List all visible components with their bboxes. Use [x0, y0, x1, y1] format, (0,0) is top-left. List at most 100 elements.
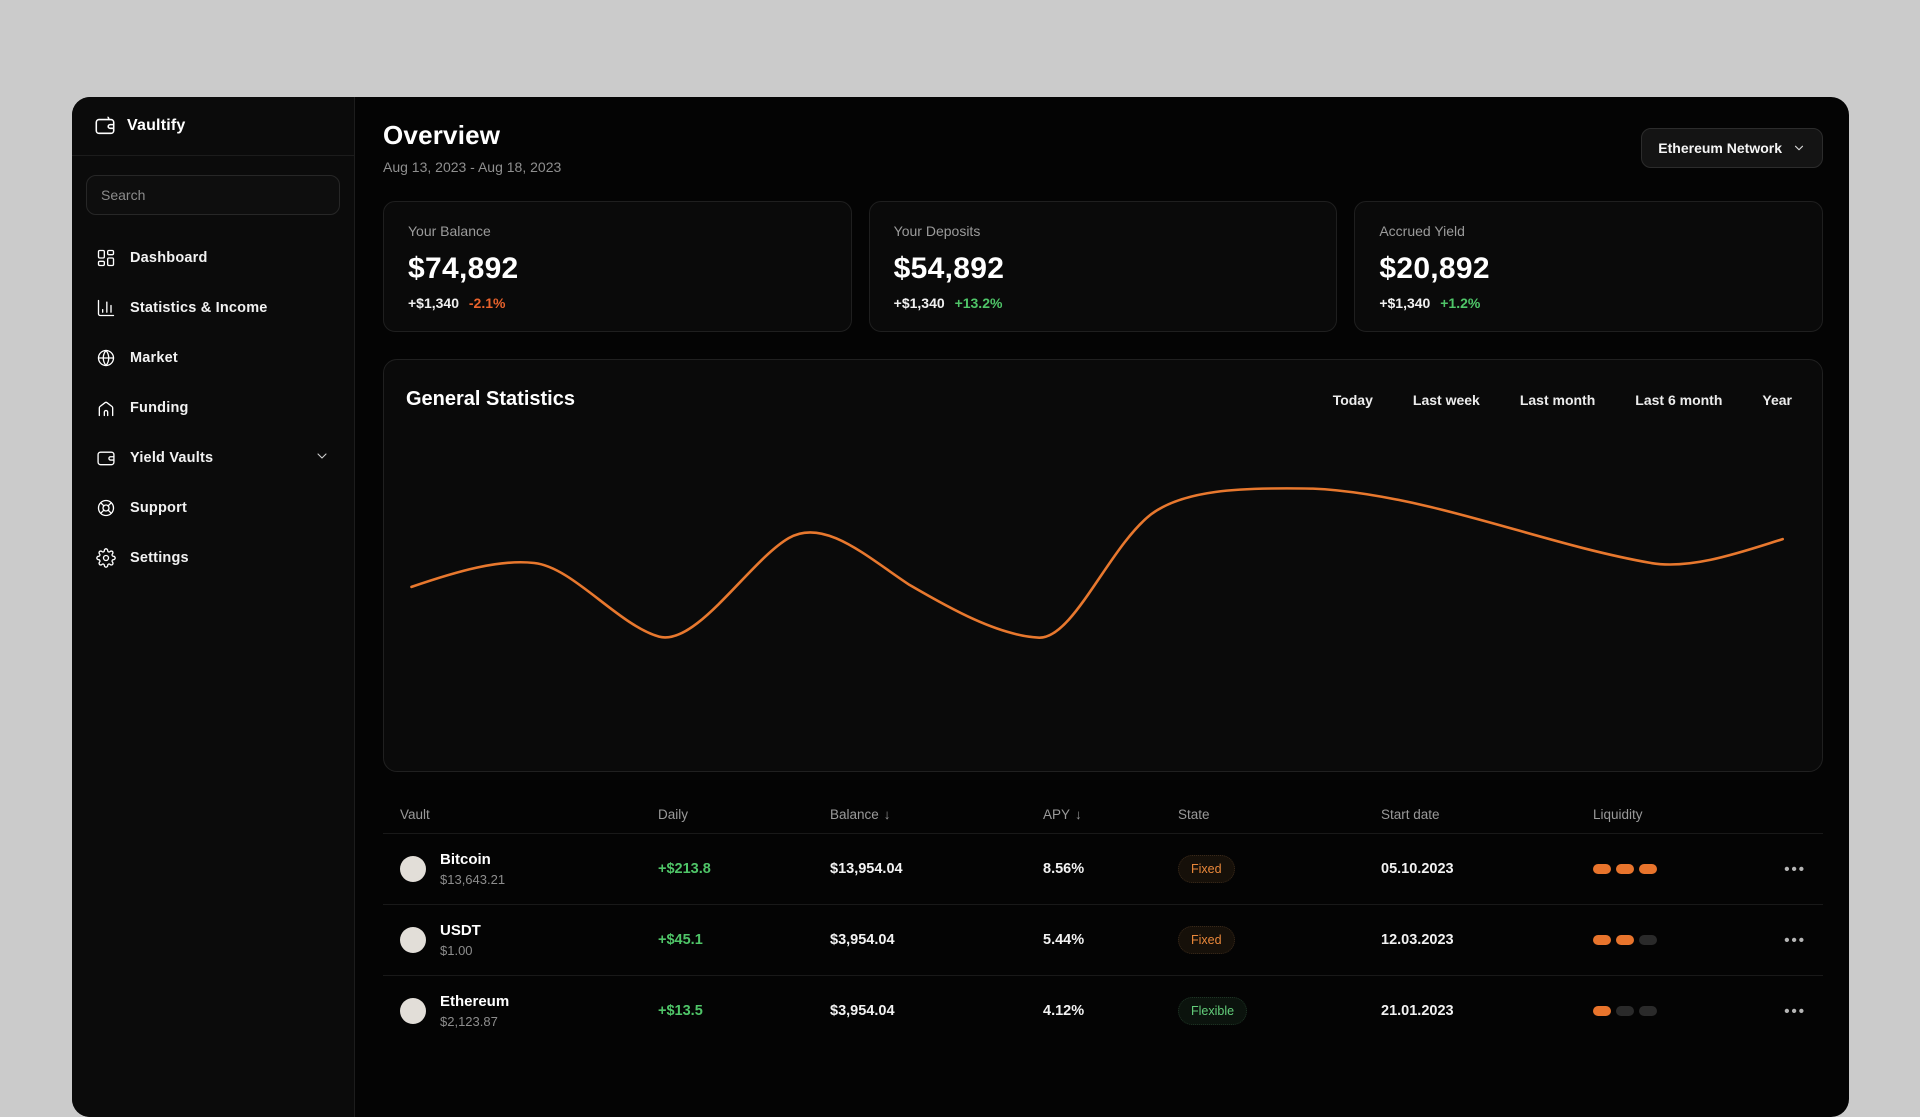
stat-delta: +$1,340 -2.1% [408, 295, 827, 311]
stat-label: Your Balance [408, 223, 491, 239]
page-title: Overview [383, 120, 501, 150]
apy-cell: 4.12% [1043, 1003, 1085, 1019]
network-selector-button[interactable]: Ethereum Network [1641, 128, 1823, 168]
vault-name: Ethereum [440, 993, 510, 1010]
stat-cards: Your Balance $74,892 +$1,340 -2.1% Your … [383, 201, 1824, 332]
sidebar-item-statistics[interactable]: Statistics & Income [86, 283, 340, 333]
liquidity-indicator [1593, 864, 1779, 874]
accrued-yield-card: Accrued Yield $20,892 +$1,340 +1.2% [1354, 201, 1824, 332]
row-menu-icon[interactable]: ••• [1779, 932, 1806, 949]
sidebar-item-label: Support [130, 500, 187, 516]
stat-value: $20,892 [1379, 252, 1490, 285]
filter-today[interactable]: Today [1333, 392, 1373, 408]
deposits-card: Your Deposits $54,892 +$1,340 +13.2% [868, 201, 1338, 332]
statistics-line-chart [384, 360, 1822, 771]
daily-cell: +$213.8 [658, 861, 711, 877]
column-header-state[interactable]: State [1178, 807, 1381, 822]
sidebar-item-dashboard[interactable]: Dashboard [86, 233, 340, 283]
state-badge: Flexible [1178, 997, 1248, 1025]
sidebar-item-market[interactable]: Market [86, 333, 340, 383]
sidebar-item-label: Yield Vaults [130, 450, 214, 466]
table-row[interactable]: USDT $1.00 +$45.1 $3,954.04 5.44% Fixed … [383, 904, 1823, 975]
vault-price: $1.00 [440, 943, 473, 958]
sidebar-item-label: Funding [130, 400, 189, 416]
liquidity-pill [1593, 935, 1611, 945]
balance-cell: $3,954.04 [830, 932, 895, 948]
state-badge: Fixed [1178, 926, 1235, 954]
vault-avatar [400, 856, 426, 882]
liquidity-pill [1639, 1006, 1657, 1016]
chart-time-filters: Today Last week Last month Last 6 month … [1333, 392, 1792, 408]
start-date-cell: 12.03.2023 [1381, 932, 1454, 948]
vault-avatar [400, 927, 426, 953]
stat-delta: +$1,340 +13.2% [894, 295, 1313, 311]
column-header-start-date[interactable]: Start date [1381, 807, 1593, 822]
sidebar-item-yield-vaults[interactable]: Yield Vaults [86, 433, 340, 483]
gear-icon [96, 548, 116, 568]
globe-icon [97, 349, 115, 367]
apy-cell: 8.56% [1043, 861, 1085, 877]
stat-label: Accrued Yield [1379, 223, 1465, 239]
sidebar-item-support[interactable]: Support [86, 483, 340, 533]
liquidity-pill [1616, 935, 1634, 945]
table-header-row: Vault Daily Balance ↓ APY ↓ State Start da… [383, 795, 1823, 833]
daily-cell: +$13.5 [658, 1003, 703, 1019]
table-row[interactable]: Ethereum $2,123.87 +$13.5 $3,954.04 4.12… [383, 975, 1823, 1046]
state-badge: Fixed [1178, 855, 1235, 883]
sort-arrow-icon: ↓ [1075, 806, 1082, 822]
filter-last-week[interactable]: Last week [1413, 392, 1480, 408]
delta-percent: -2.1% [468, 295, 506, 311]
liquidity-pill [1616, 864, 1634, 874]
sidebar-nav: Dashboard Statistics & Income Market Fun… [72, 225, 354, 591]
stat-value: $54,892 [893, 252, 1005, 285]
liquidity-pill [1639, 864, 1657, 874]
column-header-liquidity[interactable]: Liquidity [1593, 807, 1779, 822]
balance-cell: $3,954.04 [830, 1003, 895, 1019]
table-row[interactable]: Bitcoin $13,643.21 +$213.8 $13,954.04 8.… [383, 833, 1823, 904]
sidebar-item-settings[interactable]: Settings [86, 533, 340, 583]
wallet-icon [97, 451, 115, 466]
vault-price: $2,123.87 [440, 1014, 498, 1029]
filter-last-6-month[interactable]: Last 6 month [1635, 392, 1722, 408]
general-statistics-card: General Statistics Today Last week Last … [383, 359, 1823, 772]
vault-name: USDT [440, 922, 481, 939]
liquidity-pill [1616, 1006, 1634, 1016]
delta-amount: +$1,340 [1379, 295, 1431, 311]
vaults-table: Vault Daily Balance ↓ APY ↓ State Start da… [383, 795, 1823, 1046]
column-header-apy[interactable]: APY ↓ [1043, 807, 1178, 822]
delta-amount: +$1,340 [408, 295, 459, 311]
stat-value: $74,892 [408, 252, 519, 285]
liquidity-pill [1593, 1006, 1611, 1016]
start-date-cell: 05.10.2023 [1381, 861, 1454, 877]
search-input[interactable] [86, 175, 340, 215]
sidebar-item-label: Market [130, 350, 178, 366]
sidebar-item-funding[interactable]: Funding [86, 383, 340, 433]
delta-amount: +$1,340 [893, 295, 945, 311]
row-menu-icon[interactable]: ••• [1779, 861, 1806, 878]
balance-cell: $13,954.04 [830, 861, 903, 877]
sidebar-item-label: Dashboard [130, 250, 208, 266]
liquidity-pill [1639, 935, 1657, 945]
apy-cell: 5.44% [1043, 932, 1085, 948]
column-header-daily[interactable]: Daily [658, 807, 830, 822]
start-date-cell: 21.01.2023 [1381, 1003, 1454, 1019]
delta-percent: +13.2% [954, 295, 1003, 311]
sidebar: Vaultify Dashboard Statistics & Income M… [72, 97, 355, 1117]
delta-percent: +1.2% [1440, 295, 1481, 311]
chevron-down-icon[interactable] [314, 448, 330, 469]
sidebar-item-label: Settings [130, 550, 189, 566]
liquidity-pill [1593, 864, 1611, 874]
wallet-logo-icon [95, 116, 115, 135]
filter-year[interactable]: Year [1762, 392, 1792, 408]
chart-title: General Statistics [406, 388, 575, 410]
network-selector-label: Ethereum Network [1658, 140, 1782, 156]
column-header-balance[interactable]: Balance ↓ [830, 807, 1043, 822]
app-name: Vaultify [127, 117, 186, 134]
sidebar-item-label: Statistics & Income [130, 300, 268, 316]
page-header: Overview Aug 13, 2023 - Aug 18, 2023 Eth… [383, 97, 1823, 175]
column-header-vault[interactable]: Vault [400, 807, 658, 822]
sort-arrow-icon: ↓ [883, 806, 891, 822]
filter-last-month[interactable]: Last month [1520, 392, 1595, 408]
chevron-down-icon [1794, 145, 1804, 151]
row-menu-icon[interactable]: ••• [1779, 1003, 1806, 1020]
